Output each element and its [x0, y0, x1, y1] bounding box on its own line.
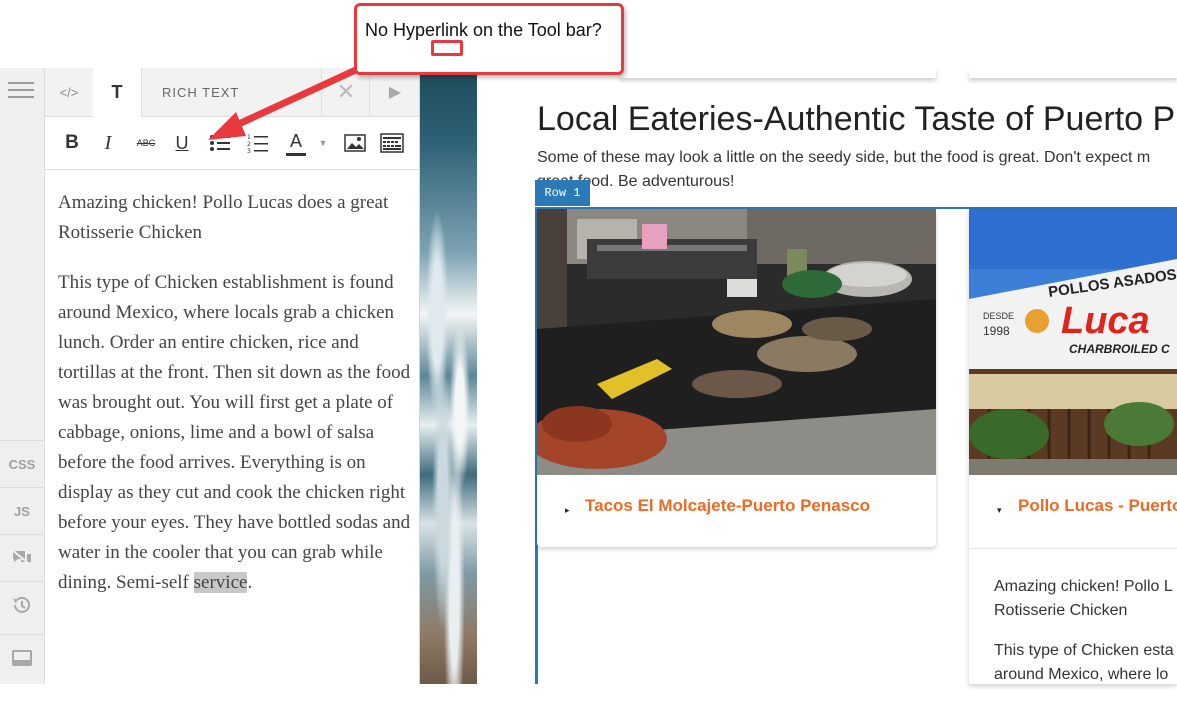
card-title-pollo[interactable]: Pollo Lucas - Puerto [1018, 496, 1177, 516]
panel-toggle-icon[interactable] [0, 634, 44, 681]
page-subtitle: Some of these may look a little on the s… [537, 149, 1151, 190]
code-view-tab[interactable]: </> [45, 68, 94, 116]
caret-right-icon[interactable]: ▸ [565, 505, 570, 516]
text-view-tab[interactable]: T [93, 68, 141, 117]
svg-text:3: 3 [247, 148, 251, 153]
bold-button[interactable]: B [59, 129, 85, 157]
page-title: Local Eateries-Authentic Taste of Puerto… [537, 100, 1176, 138]
card-title-tacos[interactable]: Tacos El Molcajete-Puerto Penasco [585, 496, 870, 516]
annotation-text: No Hyperlink on the Tool bar? [365, 20, 602, 40]
pollo-sign-brand: Luca [1061, 300, 1150, 342]
editor-paragraph-1[interactable]: Amazing chicken! Pollo Lucas does a grea… [58, 188, 413, 248]
font-color-swatch [286, 152, 306, 156]
chevron-down-icon[interactable]: ▼ [317, 129, 329, 157]
editor-title: RICH TEXT [141, 68, 342, 116]
js-button[interactable]: JS [0, 487, 44, 534]
editor-paragraph-2[interactable]: This type of Chicken establishment is fo… [58, 268, 413, 598]
font-color-button[interactable]: A [283, 129, 309, 157]
pollo-sign-since: DESDE [983, 311, 1014, 321]
rich-text-editor: </> T RICH TEXT ✕ ▶ B I ABC U 123 A ▼ Am… [45, 68, 420, 684]
restaurant-card-tacos[interactable]: ▸ Tacos El Molcajete-Puerto Penasco [537, 209, 936, 547]
svg-text:2: 2 [247, 141, 251, 148]
close-icon[interactable]: ✕ [321, 68, 370, 116]
bulleted-list-icon[interactable] [207, 129, 233, 157]
keyboard-icon[interactable] [379, 129, 405, 157]
annotation-highlight-box [431, 40, 463, 56]
history-icon[interactable] [0, 581, 44, 628]
background-photo [420, 68, 477, 684]
editor-tab-strip: </> T RICH TEXT ✕ ▶ [45, 68, 419, 117]
editor-text-end[interactable]: . [247, 572, 252, 593]
pollo-p1b: Rotisserie Chicken [994, 602, 1128, 619]
pollo-sign-line3: CHARBROILED C [1069, 342, 1170, 356]
selected-text[interactable]: service [193, 572, 248, 593]
pollo-sign-year: 1998 [983, 324, 1010, 338]
card-divider [969, 548, 1177, 549]
row-badge[interactable]: Row 1 [535, 180, 590, 206]
tacos-photo [537, 209, 936, 475]
caret-down-icon[interactable]: ▾ [997, 505, 1002, 516]
insert-image-icon[interactable] [342, 129, 368, 157]
underline-button[interactable]: U [169, 129, 195, 157]
top-card-edge [620, 68, 936, 78]
editor-text[interactable]: This type of Chicken establishment is fo… [58, 272, 410, 593]
pollo-p2: This type of Chicken esta [994, 642, 1174, 659]
restaurant-card-pollo[interactable]: POLLOS ASADOS DESDE 1998 Luca CHARBROILE… [969, 209, 1177, 684]
italic-button[interactable]: I [95, 129, 121, 157]
numbered-list-icon[interactable]: 123 [245, 129, 271, 157]
editor-content[interactable]: Amazing chicken! Pollo Lucas does a grea… [58, 188, 413, 618]
editor-toolbar: B I ABC U 123 A ▼ [45, 117, 419, 170]
font-color-label: A [289, 130, 302, 151]
comments-icon[interactable] [0, 534, 44, 581]
left-rail: CSS JS [0, 68, 45, 684]
play-icon[interactable]: ▶ [369, 68, 420, 116]
svg-text:1: 1 [247, 134, 251, 141]
pollo-p1: Amazing chicken! Pollo L [994, 578, 1173, 595]
pollo-p2b: around Mexico, where lo [994, 666, 1169, 683]
annotation-callout: No Hyperlink on the Tool bar? [354, 3, 624, 75]
css-button[interactable]: CSS [0, 440, 44, 487]
pollo-lucas-photo: POLLOS ASADOS DESDE 1998 Luca CHARBROILE… [969, 209, 1177, 475]
hamburger-menu-icon[interactable] [8, 82, 34, 98]
top-card-edge-right [969, 68, 1177, 78]
strikethrough-button[interactable]: ABC [133, 129, 159, 157]
